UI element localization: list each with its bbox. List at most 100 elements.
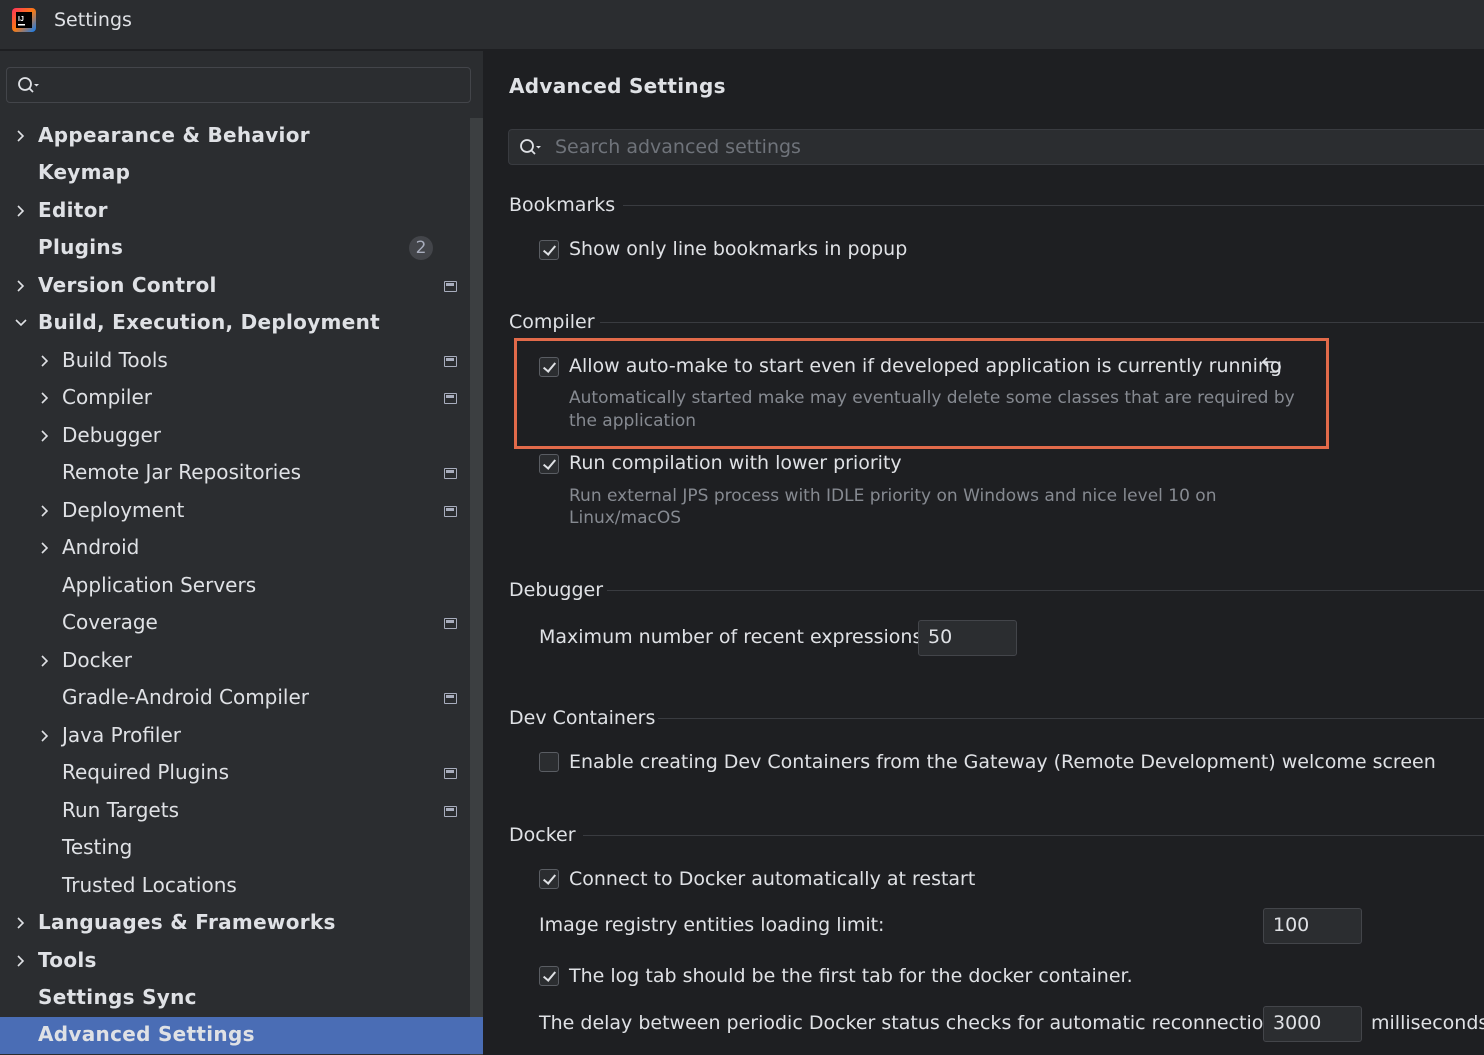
show-line-bookmarks-checkbox[interactable] [539, 240, 559, 260]
project-level-icon [444, 468, 457, 479]
sidebar-item-label: Build, Execution, Deployment [38, 310, 380, 334]
sidebar-item-label: Run Targets [62, 798, 180, 822]
image-registry-limit-label: Image registry entities loading limit: [539, 914, 885, 936]
sidebar-item-advanced-settings[interactable]: Advanced Settings [0, 1017, 483, 1054]
sidebar-item-docker[interactable]: Docker [0, 643, 470, 680]
connect-docker-restart-label: Connect to Docker automatically at resta… [569, 868, 976, 890]
docker-status-delay-label: The delay between periodic Docker status… [539, 1012, 1282, 1034]
chevron-right-icon [41, 730, 49, 742]
sidebar-item-required-plugins[interactable]: Required Plugins [0, 755, 470, 792]
sidebar-item-label: Build Tools [62, 348, 168, 372]
project-level-icon [444, 356, 457, 367]
reset-to-default-icon[interactable] [1260, 354, 1284, 376]
sidebar-item-label: Docker [62, 648, 133, 672]
intellij-logo-icon: IJ [12, 8, 36, 32]
sidebar-item-testing[interactable]: Testing [0, 830, 470, 867]
show-line-bookmarks-label: Show only line bookmarks in popup [569, 238, 908, 260]
docker-status-delay-unit: milliseconds [1371, 1012, 1484, 1034]
run-compilation-lower-priority-checkbox[interactable] [539, 454, 559, 474]
sidebar-item-editor[interactable]: Editor [0, 193, 470, 230]
sidebar-item-settings-sync[interactable]: Settings Sync [0, 980, 470, 1017]
project-level-icon [444, 506, 457, 517]
sidebar-item-remote-jar-repositories[interactable]: Remote Jar Repositories [0, 455, 470, 492]
sidebar-item-label: Tools [38, 948, 97, 972]
sidebar-item-label: Languages & Frameworks [38, 910, 336, 934]
log-tab-first-checkbox[interactable] [539, 966, 559, 986]
enable-dev-containers-label: Enable creating Dev Containers from the … [569, 751, 1436, 773]
sidebar-item-label: Required Plugins [62, 760, 230, 784]
chevron-right-icon [17, 205, 25, 217]
sidebar-item-label: Application Servers [62, 573, 257, 597]
sidebar-item-label: Plugins [38, 235, 124, 259]
settings-search-input[interactable] [6, 67, 471, 103]
search-icon [18, 77, 39, 93]
sidebar-item-compiler[interactable]: Compiler [0, 380, 470, 417]
chevron-right-icon [41, 655, 49, 667]
sidebar-item-android[interactable]: Android [0, 530, 470, 567]
sidebar-item-label: Java Profiler [62, 723, 182, 747]
chevron-right-icon [17, 130, 25, 142]
section-divider [658, 718, 1484, 719]
max-recent-expressions-label: Maximum number of recent expressions: [539, 626, 929, 648]
section-title-docker: Docker [509, 824, 576, 846]
sidebar-item-plugins[interactable]: Plugins 2 [0, 230, 470, 267]
project-level-icon [444, 806, 457, 817]
sidebar-item-version-control[interactable]: Version Control [0, 268, 470, 305]
section-title-dev-containers: Dev Containers [509, 707, 656, 729]
sidebar-item-label: Settings Sync [38, 985, 197, 1009]
allow-auto-make-description: Automatically started make may eventuall… [569, 388, 1295, 408]
run-compilation-lower-priority-label: Run compilation with lower priority [569, 452, 902, 474]
window-title: Settings [54, 9, 132, 31]
sidebar-item-trusted-locations[interactable]: Trusted Locations [0, 868, 470, 905]
run-compilation-description-2: Linux/macOS [569, 508, 682, 528]
allow-auto-make-description-2: the application [569, 411, 697, 431]
settings-sidebar: Appearance & Behavior Keymap Editor Plug… [0, 51, 483, 1055]
docker-status-delay-input[interactable]: 3000 [1263, 1006, 1362, 1042]
allow-auto-make-checkbox[interactable] [539, 357, 559, 377]
chevron-right-icon [17, 280, 25, 292]
sidebar-item-label: Compiler [62, 385, 153, 409]
chevron-right-icon [17, 917, 25, 929]
sidebar-item-label: Remote Jar Repositories [62, 460, 302, 484]
sidebar-item-label: Coverage [62, 610, 158, 634]
sidebar-item-label: Editor [38, 198, 108, 222]
chevron-right-icon [41, 505, 49, 517]
sidebar-item-label: Trusted Locations [62, 873, 237, 897]
sidebar-item-gradle-android-compiler[interactable]: Gradle-Android Compiler [0, 680, 470, 717]
section-title-debugger: Debugger [509, 579, 604, 601]
sidebar-item-java-profiler[interactable]: Java Profiler [0, 718, 470, 755]
sidebar-scrollbar[interactable] [470, 118, 483, 1055]
sidebar-item-coverage[interactable]: Coverage [0, 605, 470, 642]
advanced-settings-search-input[interactable]: Search advanced settings [508, 129, 1484, 165]
project-level-icon [444, 393, 457, 404]
chevron-right-icon [17, 955, 25, 967]
section-divider [583, 835, 1484, 836]
sidebar-item-application-servers[interactable]: Application Servers [0, 568, 470, 605]
title-bar: IJ Settings [0, 0, 1484, 50]
project-level-icon [444, 281, 457, 292]
max-recent-expressions-input[interactable]: 50 [918, 620, 1017, 656]
sidebar-item-label: Testing [62, 835, 133, 859]
chevron-right-icon [41, 542, 49, 554]
settings-content: Advanced Settings Search advanced settin… [483, 51, 1484, 1055]
sidebar-item-languages-frameworks[interactable]: Languages & Frameworks [0, 905, 470, 942]
sidebar-item-keymap[interactable]: Keymap [0, 155, 470, 192]
image-registry-limit-input[interactable]: 100 [1263, 908, 1362, 944]
svg-text:IJ: IJ [18, 16, 24, 23]
search-icon [520, 139, 541, 155]
connect-docker-restart-checkbox[interactable] [539, 869, 559, 889]
sidebar-item-deployment[interactable]: Deployment [0, 493, 470, 530]
sidebar-item-debugger[interactable]: Debugger [0, 418, 470, 455]
sidebar-item-label: Gradle-Android Compiler [62, 685, 310, 709]
sidebar-item-run-targets[interactable]: Run Targets [0, 793, 470, 830]
sidebar-item-build-execution-deployment[interactable]: Build, Execution, Deployment [0, 305, 470, 342]
sidebar-item-label: Deployment [62, 498, 185, 522]
sidebar-item-build-tools[interactable]: Build Tools [0, 343, 470, 380]
run-compilation-description: Run external JPS process with IDLE prior… [569, 486, 1217, 506]
project-level-icon [444, 693, 457, 704]
log-tab-first-label: The log tab should be the first tab for … [569, 965, 1133, 987]
sidebar-item-tools[interactable]: Tools [0, 943, 470, 980]
enable-dev-containers-checkbox[interactable] [539, 752, 559, 772]
sidebar-item-appearance-behavior[interactable]: Appearance & Behavior [0, 118, 470, 155]
allow-auto-make-label: Allow auto-make to start even if develop… [569, 355, 1282, 377]
